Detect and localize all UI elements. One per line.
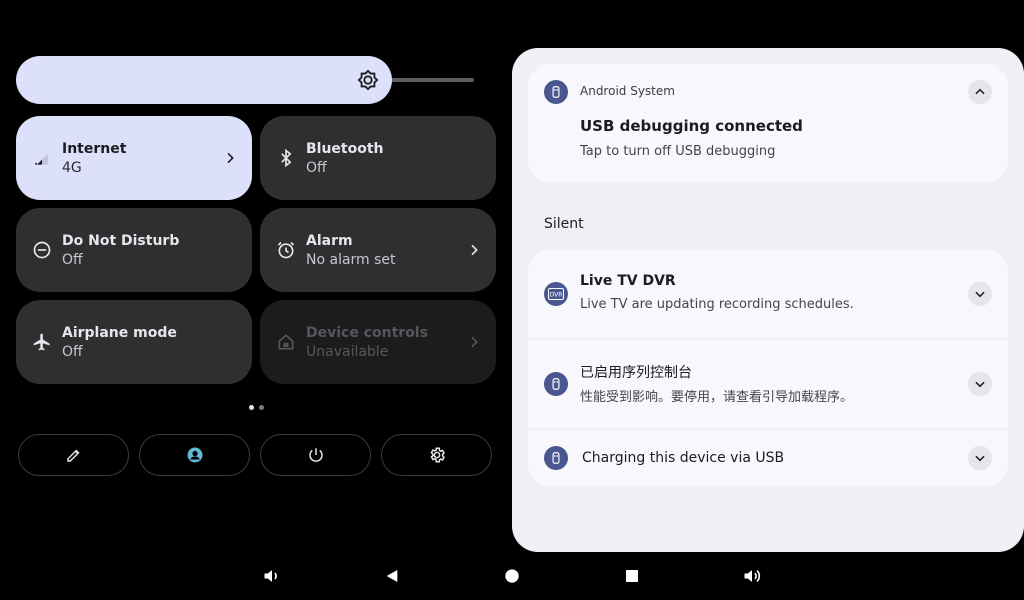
pager-dot xyxy=(259,405,264,410)
silent-notifications-group: DVR Live TV DVR Live TV are updating rec… xyxy=(528,250,1008,486)
settings-icon xyxy=(429,447,445,463)
edit-button[interactable] xyxy=(18,434,129,476)
notification-text: Tap to turn off USB debugging xyxy=(580,144,776,159)
user-button[interactable] xyxy=(139,434,250,476)
notification-text: 性能受到影响。要停用，请查看引导加载程序。 xyxy=(580,390,854,405)
tile-bluetooth-subtitle: Off xyxy=(306,160,327,176)
do-not-disturb-icon xyxy=(32,240,52,260)
tile-device-controls-subtitle: Unavailable xyxy=(306,344,389,360)
tile-airplane-title: Airplane mode xyxy=(62,325,177,341)
notification-app-name: Android System xyxy=(580,84,675,98)
notification-live-tv-dvr[interactable]: DVR Live TV DVR Live TV are updating rec… xyxy=(528,250,1008,338)
volume-up-icon xyxy=(744,569,761,583)
tile-dnd-subtitle: Off xyxy=(62,252,83,268)
tile-bluetooth-title: Bluetooth xyxy=(306,141,384,157)
expand-button[interactable] xyxy=(968,372,992,396)
chevron-up-icon xyxy=(975,88,985,95)
tile-internet[interactable]: Internet 4G xyxy=(16,116,252,200)
home-button[interactable] xyxy=(500,564,524,588)
tile-bluetooth[interactable]: Bluetooth Off xyxy=(260,116,496,200)
power-button[interactable] xyxy=(260,434,371,476)
user-icon xyxy=(187,447,202,463)
volume-down-icon xyxy=(264,570,277,582)
power-icon xyxy=(308,448,323,462)
notification-usb-debugging[interactable]: Android System USB debugging connected T… xyxy=(528,64,1008,182)
recents-icon xyxy=(626,570,638,582)
brightness-icon xyxy=(357,69,379,91)
chevron-down-icon xyxy=(975,455,985,462)
back-icon xyxy=(386,570,398,582)
volume-up-button[interactable] xyxy=(740,564,764,588)
settings-button[interactable] xyxy=(381,434,492,476)
notification-text: Live TV are updating recording schedules… xyxy=(580,297,854,312)
tile-alarm-subtitle: No alarm set xyxy=(306,252,396,268)
home-icon xyxy=(505,569,519,583)
volume-down-button[interactable] xyxy=(260,564,284,588)
tile-alarm-title: Alarm xyxy=(306,233,353,249)
notification-title: Live TV DVR xyxy=(580,273,676,289)
brightness-slider-fill[interactable] xyxy=(16,56,392,104)
tile-internet-subtitle: 4G xyxy=(62,160,82,176)
airplane-icon xyxy=(32,332,52,352)
tile-dnd-title: Do Not Disturb xyxy=(62,233,180,249)
expand-button[interactable] xyxy=(968,446,992,470)
tile-device-controls[interactable]: Device controls Unavailable xyxy=(260,300,496,384)
notification-title: Charging this device via USB xyxy=(582,450,785,466)
tile-airplane-subtitle: Off xyxy=(62,344,83,360)
pager-dot-active xyxy=(249,405,254,410)
tile-airplane-mode[interactable]: Airplane mode Off xyxy=(16,300,252,384)
chevron-down-icon xyxy=(975,291,985,298)
recents-button[interactable] xyxy=(620,564,644,588)
collapse-button[interactable] xyxy=(968,80,992,104)
usb-icon xyxy=(544,80,568,104)
usb-icon xyxy=(544,446,568,470)
svg-text:DVR: DVR xyxy=(550,292,563,299)
chevron-down-icon xyxy=(975,381,985,388)
silent-section-header: Silent xyxy=(544,216,584,232)
tile-alarm[interactable]: Alarm No alarm set xyxy=(260,208,496,292)
usb-icon xyxy=(544,372,568,396)
notification-title: 已启用序列控制台 xyxy=(580,365,692,381)
edit-icon xyxy=(66,449,80,462)
signal-icon xyxy=(32,148,52,168)
tile-do-not-disturb[interactable]: Do Not Disturb Off xyxy=(16,208,252,292)
chevron-right-icon xyxy=(466,334,482,350)
notification-title: USB debugging connected xyxy=(580,117,803,135)
back-button[interactable] xyxy=(380,564,404,588)
tile-device-controls-title: Device controls xyxy=(306,325,428,341)
notification-serial-console[interactable]: 已启用序列控制台 性能受到影响。要停用，请查看引导加载程序。 xyxy=(528,340,1008,428)
tile-internet-title: Internet xyxy=(62,141,127,157)
home-icon xyxy=(276,332,296,352)
alarm-icon xyxy=(276,240,296,260)
bluetooth-icon xyxy=(276,148,296,168)
chevron-right-icon xyxy=(466,242,482,258)
expand-button[interactable] xyxy=(968,282,992,306)
chevron-right-icon xyxy=(222,150,238,166)
dvr-icon: DVR xyxy=(544,282,568,306)
notification-charging-usb[interactable]: Charging this device via USB xyxy=(528,430,1008,486)
